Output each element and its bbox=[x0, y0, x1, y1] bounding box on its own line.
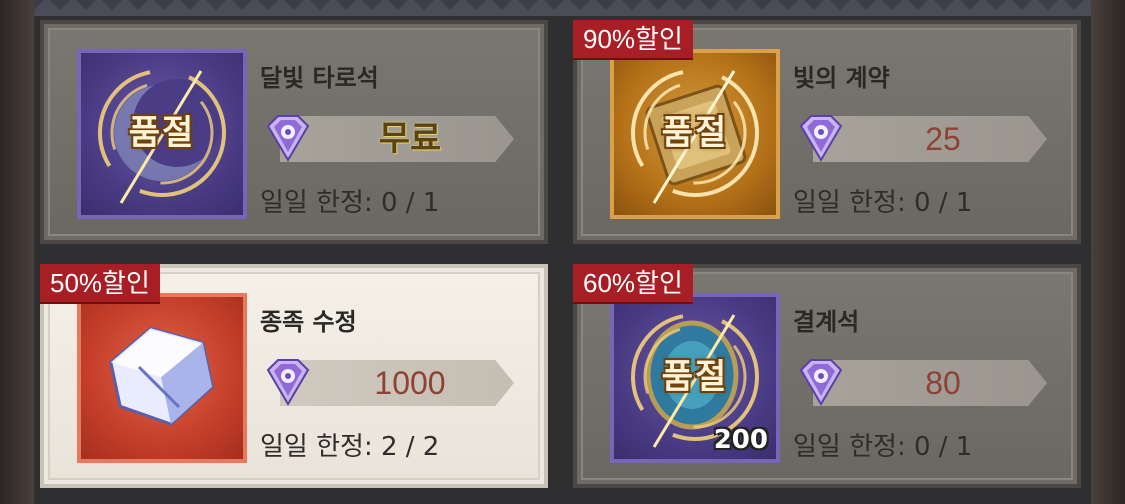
price-button[interactable]: 80 bbox=[793, 356, 1083, 410]
diamond-gem-icon bbox=[799, 115, 843, 162]
right-frame bbox=[1091, 0, 1125, 504]
shop-item-card[interactable]: 품절 90%할인 빛의 계약 25 일일 한정: 0 / 1 bbox=[573, 20, 1081, 244]
shop-item-card[interactable]: 품절 달빛 타로석 무료 일일 한정: 0 / 1 bbox=[40, 20, 548, 244]
item-name: 빛의 계약 bbox=[793, 64, 890, 92]
price-button[interactable]: 1000 bbox=[260, 356, 550, 410]
barrier-stone-icon: 품절 200 bbox=[610, 293, 780, 463]
price-button[interactable]: 무료 bbox=[260, 112, 550, 166]
price-value: 1000 bbox=[374, 365, 446, 401]
sold-out-label: 품절 bbox=[661, 357, 729, 398]
daily-limit: 일일 한정: 2 / 2 bbox=[260, 432, 440, 462]
price-button[interactable]: 25 bbox=[793, 112, 1083, 166]
shop-item-card[interactable]: 품절 200 60%할인 결계석 80 일일 한정: 0 / 1 bbox=[573, 264, 1081, 488]
item-name: 종족 수정 bbox=[260, 308, 357, 336]
price-value: 80 bbox=[925, 365, 961, 401]
daily-limit: 일일 한정: 0 / 1 bbox=[793, 432, 973, 462]
diamond-gem-icon bbox=[266, 115, 310, 162]
discount-badge: 60%할인 bbox=[573, 264, 693, 304]
item-quantity: 200 bbox=[713, 425, 768, 455]
sold-out-label: 품절 bbox=[661, 113, 729, 154]
moon-tarot-icon: 품절 bbox=[77, 49, 247, 219]
race-crystal-icon bbox=[77, 293, 247, 463]
discount-badge: 90%할인 bbox=[573, 20, 693, 60]
top-border bbox=[34, 0, 1091, 16]
shop-item-card[interactable]: 50%할인 종족 수정 1000 일일 한정: 2 / 2 bbox=[40, 264, 548, 488]
left-frame bbox=[0, 0, 34, 504]
diamond-gem-icon bbox=[799, 359, 843, 406]
diamond-gem-icon bbox=[266, 359, 310, 406]
discount-badge: 50%할인 bbox=[40, 264, 160, 304]
daily-limit: 일일 한정: 0 / 1 bbox=[260, 188, 440, 218]
price-value: 무료 bbox=[378, 120, 442, 158]
light-contract-icon: 품절 bbox=[610, 49, 780, 219]
item-name: 달빛 타로석 bbox=[260, 64, 379, 92]
item-name: 결계석 bbox=[793, 308, 860, 336]
price-value: 25 bbox=[925, 121, 961, 157]
sold-out-label: 품절 bbox=[128, 113, 196, 154]
daily-limit: 일일 한정: 0 / 1 bbox=[793, 188, 973, 218]
